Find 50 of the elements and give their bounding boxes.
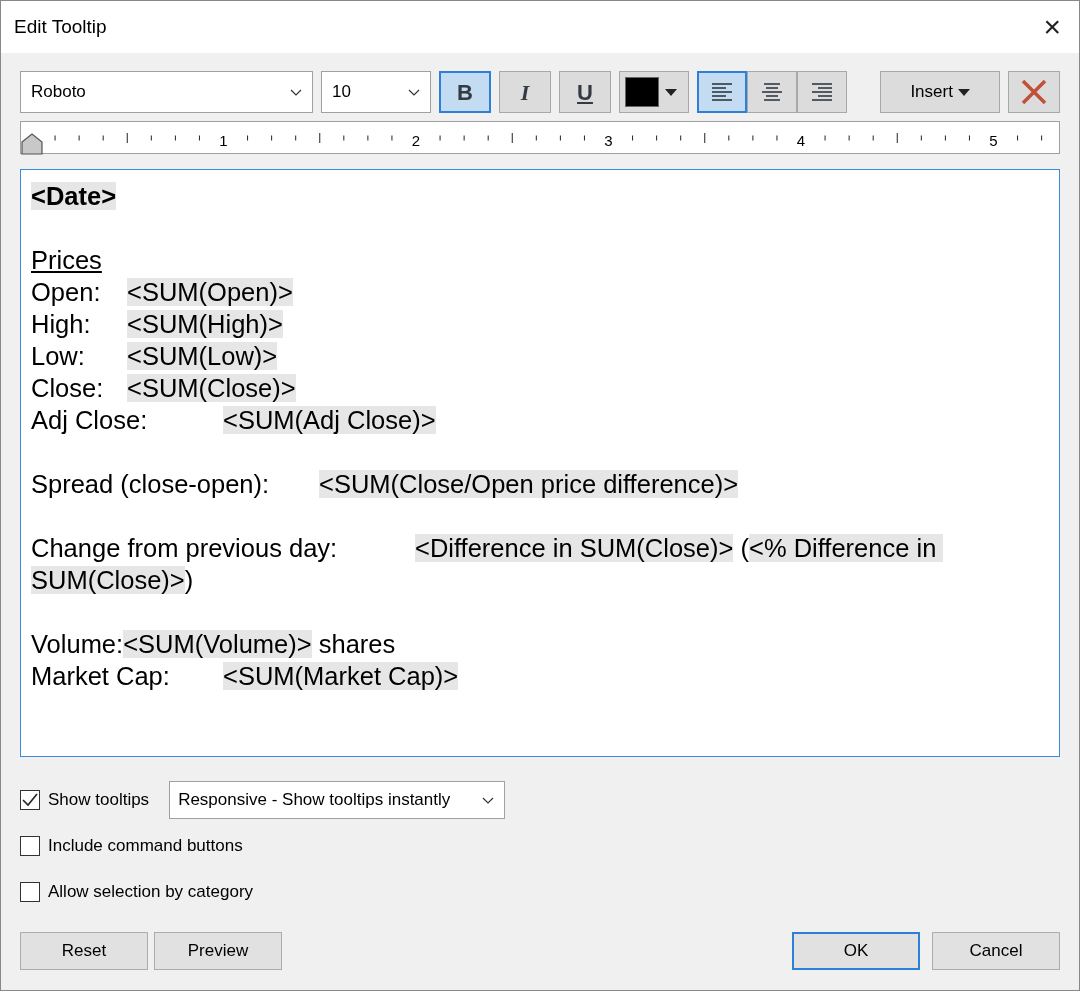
caret-down-icon bbox=[665, 88, 677, 96]
tooltip-editor[interactable] bbox=[20, 169, 1060, 757]
align-right-icon bbox=[811, 83, 833, 101]
ruler-number: 5 bbox=[989, 131, 998, 151]
close-x-icon bbox=[1021, 79, 1047, 105]
editor-line: Adj Close: <SUM(Adj Close)> bbox=[31, 405, 437, 436]
close-button[interactable]: × bbox=[1039, 12, 1065, 42]
window-title: Edit Tooltip bbox=[14, 14, 107, 39]
align-center-icon bbox=[761, 83, 783, 101]
checkbox[interactable] bbox=[20, 790, 40, 810]
chevron-down-icon bbox=[290, 88, 302, 96]
font-size-dropdown[interactable]: 10 bbox=[321, 71, 431, 113]
checkbox-label[interactable]: Allow selection by category bbox=[48, 879, 254, 905]
insert-button[interactable]: Insert bbox=[880, 71, 1000, 113]
checkbox[interactable] bbox=[20, 836, 40, 856]
text-color-button[interactable] bbox=[619, 71, 689, 113]
align-left-icon bbox=[711, 83, 733, 101]
chevron-down-icon bbox=[482, 796, 495, 804]
editor-line: Close: <SUM(Close)> bbox=[31, 373, 297, 404]
dialog-button[interactable]: Reset bbox=[20, 932, 148, 970]
checkbox-label[interactable]: Include command buttons bbox=[48, 833, 243, 859]
editor-line: Market Cap: <SUM(Market Cap)> bbox=[31, 661, 460, 692]
checkbox[interactable] bbox=[20, 882, 40, 902]
indent-marker-icon bbox=[21, 133, 43, 155]
dialog-button[interactable]: OK bbox=[792, 932, 920, 970]
align-left-button[interactable] bbox=[697, 71, 747, 113]
caret-down-icon bbox=[957, 89, 970, 97]
editor-line: High: <SUM(High)> bbox=[31, 309, 284, 340]
delete-button[interactable] bbox=[1008, 71, 1060, 113]
tooltip-mode-dropdown[interactable]: Responsive - Show tooltips instantly bbox=[169, 781, 506, 819]
underline-button[interactable]: U bbox=[559, 71, 611, 113]
checkbox-label[interactable]: Show tooltips bbox=[48, 787, 150, 813]
dialog-button[interactable]: Cancel bbox=[932, 932, 1060, 970]
ruler-number: 3 bbox=[604, 131, 613, 151]
dialog-button[interactable]: Preview bbox=[154, 932, 282, 970]
chevron-down-icon bbox=[408, 88, 420, 96]
editor-line: Low: <SUM(Low)> bbox=[31, 341, 279, 372]
checkmark-icon bbox=[22, 793, 38, 807]
editor-line: Spread (close-open): <SUM(Close/Open price difference)> bbox=[31, 469, 740, 500]
editor-line: Open: <SUM(Open)> bbox=[31, 277, 294, 308]
ruler-number: 2 bbox=[411, 131, 421, 151]
align-center-button[interactable] bbox=[747, 71, 797, 113]
align-right-button[interactable] bbox=[797, 71, 847, 113]
editor-line: Prices bbox=[31, 245, 103, 276]
editor-line: Volume:<SUM(Volume)> shares bbox=[31, 629, 397, 660]
ruler-number: 4 bbox=[796, 131, 806, 151]
font-dropdown[interactable]: Roboto bbox=[20, 71, 313, 113]
italic-button[interactable]: I bbox=[499, 71, 551, 113]
bold-button[interactable]: B bbox=[439, 71, 491, 113]
ruler-number: 1 bbox=[219, 131, 228, 151]
